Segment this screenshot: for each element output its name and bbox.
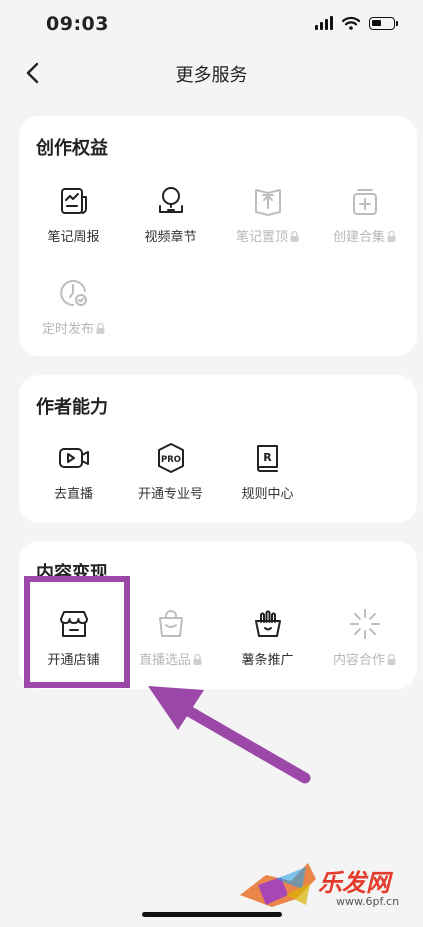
lock-icon xyxy=(290,231,299,242)
scheduled-publish-icon xyxy=(59,280,87,306)
service-item-note-weekly[interactable]: 笔记周报 xyxy=(25,184,122,245)
service-item-label: 笔记周报 xyxy=(47,230,100,245)
section-author-abilities: 作者能力 去直播 PRO 开通专业号 R 规则中心 xyxy=(19,375,417,523)
svg-text:PRO: PRO xyxy=(160,455,180,465)
lock-icon xyxy=(387,231,396,242)
svg-text:R: R xyxy=(263,451,272,464)
service-item-content-collaboration[interactable]: 内容合作 xyxy=(316,607,413,668)
video-chapter-icon xyxy=(158,187,183,213)
status-bar: 09:03 xyxy=(0,0,423,50)
service-item-pro-account[interactable]: PRO 开通专业号 xyxy=(122,441,219,502)
section-title: 创作权益 xyxy=(36,138,108,159)
wifi-icon xyxy=(342,16,360,30)
service-item-rules-center[interactable]: R 规则中心 xyxy=(219,441,316,502)
shop-icon xyxy=(59,611,88,637)
shopping-bag-icon xyxy=(158,610,183,637)
service-item-label: 视频章节 xyxy=(144,230,197,245)
service-item-label: 开通店铺 xyxy=(47,653,100,668)
sparkle-collab-icon xyxy=(349,609,380,639)
pro-badge-icon: PRO xyxy=(157,443,184,473)
home-indicator[interactable] xyxy=(142,912,282,917)
annotation-arrow-icon xyxy=(148,686,311,784)
service-item-create-collection[interactable]: 创建合集 xyxy=(316,184,413,245)
label-text: 内容合作 xyxy=(332,653,385,668)
service-item-video-chapter[interactable]: 视频章节 xyxy=(122,184,219,245)
lock-icon xyxy=(96,323,105,334)
live-camera-icon xyxy=(58,448,89,468)
section-creation-rights: 创作权益 笔记周报 视频章节 笔记置顶 创建合集 定时发布 xyxy=(19,116,417,356)
service-item-label: 薯条推广 xyxy=(241,653,294,668)
status-time: 09:03 xyxy=(46,13,109,35)
service-item-label: 内容合作 xyxy=(316,649,413,668)
service-item-go-live[interactable]: 去直播 xyxy=(25,441,122,502)
section-title: 内容变现 xyxy=(36,563,108,584)
pin-top-icon xyxy=(254,189,281,216)
service-item-pin-top[interactable]: 笔记置顶 xyxy=(219,184,316,245)
battery-icon xyxy=(369,16,398,30)
page-title: 更多服务 xyxy=(175,65,248,86)
section-title: 作者能力 xyxy=(36,397,108,418)
service-item-fries-promotion[interactable]: 薯条推广 xyxy=(219,607,316,668)
service-item-open-shop[interactable]: 开通店铺 xyxy=(25,607,122,668)
service-item-label: 定时发布 xyxy=(25,318,122,337)
watermark-url: www.6pf.cn xyxy=(336,895,400,908)
signal-icon xyxy=(315,16,333,30)
nav-bar: 更多服务 xyxy=(0,50,423,96)
label-text: 创建合集 xyxy=(332,230,385,245)
service-item-label: 创建合集 xyxy=(316,226,413,245)
fries-icon xyxy=(254,610,281,637)
report-chart-icon xyxy=(60,188,87,214)
label-text: 笔记置顶 xyxy=(235,230,288,245)
status-icons xyxy=(315,16,398,30)
rules-book-icon: R xyxy=(256,445,278,472)
section-content-monetization: 内容变现 开通店铺 直播选品 薯条推广 内容合作 xyxy=(19,541,417,689)
collection-add-icon xyxy=(352,189,377,215)
service-item-label: 去直播 xyxy=(53,487,93,502)
service-item-label: 规则中心 xyxy=(241,487,294,502)
service-item-scheduled-publish[interactable]: 定时发布 xyxy=(25,276,122,337)
label-text: 直播选品 xyxy=(138,653,191,668)
lock-icon xyxy=(387,654,396,665)
service-item-label: 笔记置顶 xyxy=(219,226,316,245)
service-item-live-product-selection[interactable]: 直播选品 xyxy=(122,607,219,668)
label-text: 定时发布 xyxy=(41,322,94,337)
service-item-label: 直播选品 xyxy=(122,649,219,668)
watermark-text: 乐发网 xyxy=(318,869,390,897)
service-item-label: 开通专业号 xyxy=(137,487,203,502)
lock-icon xyxy=(193,654,202,665)
